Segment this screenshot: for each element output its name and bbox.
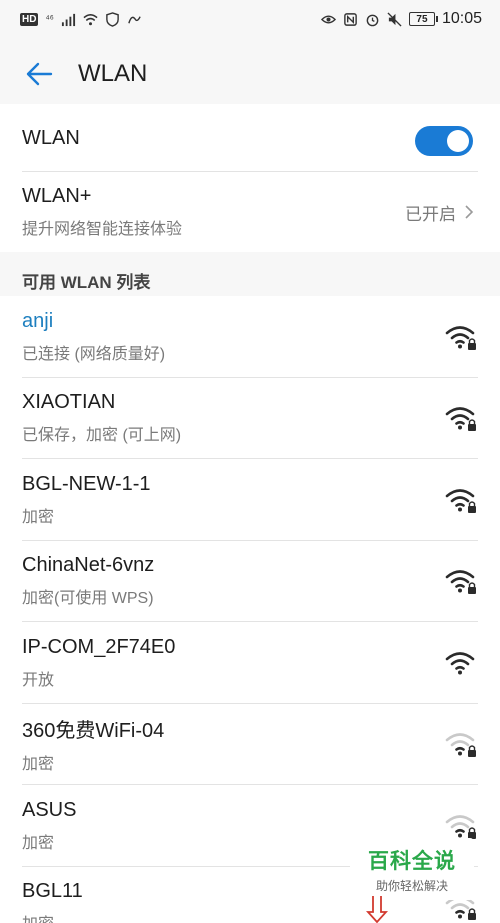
shield-icon: [106, 11, 119, 27]
wlan-plus-subtitle: 提升网络智能连接体验: [22, 221, 183, 238]
network-item[interactable]: BGL-NEW-1-1 加密: [0, 459, 500, 541]
status-left: HD ⁴⁶: [20, 11, 142, 27]
watermark-tagline: 助你轻松解决: [375, 878, 448, 893]
toggle-knob: [447, 130, 469, 152]
network-text: XIAOTIAN 已保存，加密 (可上网): [22, 391, 181, 445]
clock: 10:05: [441, 10, 482, 27]
battery-level: 75: [416, 13, 428, 25]
network-status: 加密: [22, 834, 55, 852]
network-type: ⁴⁶: [45, 13, 54, 25]
network-name: XIAOTIAN: [22, 391, 116, 414]
network-text: 360免费WiFi-04 加密: [22, 714, 164, 774]
network-status: 加密(可使用 WPS): [22, 590, 154, 608]
network-list: anji 已连接 (网络质量好) XIAOTIAN 已保存，加密 (可上网) BGL-N…: [0, 296, 500, 923]
arrow-down-icon: [366, 896, 388, 923]
eye-icon: [320, 15, 336, 23]
wifi-locked-icon: [445, 733, 476, 758]
network-name: BGL-NEW-1-1: [22, 472, 151, 495]
wifi-locked-icon: [445, 325, 476, 350]
app-header: WLAN: [0, 38, 500, 110]
network-text: ASUS 加密: [22, 799, 76, 853]
wifi-locked-icon: [445, 488, 476, 513]
network-item[interactable]: IP-COM_2F74E0 开放: [0, 622, 500, 704]
network-name: ChinaNet-6vnz: [22, 554, 155, 577]
network-status: 已保存，加密 (可上网): [22, 427, 182, 445]
network-item[interactable]: 360免费WiFi-04 加密: [0, 704, 500, 785]
network-name: BGL11: [22, 880, 83, 903]
watermark-logo: 百科全说 助你轻松解决: [350, 838, 474, 900]
status-bar: HD ⁴⁶ 75 10:05: [0, 0, 500, 38]
wlan-plus-status-text: 已开启: [405, 204, 456, 224]
wlan-plus-title: WLAN+: [22, 185, 92, 207]
network-text: anji 已连接 (网络质量好): [22, 310, 165, 364]
page-title: WLAN: [78, 60, 148, 87]
wlan-settings-card: WLAN WLAN+ 提升网络智能连接体验 已开启: [0, 104, 500, 252]
wlan-plus-text: WLAN+ 提升网络智能连接体验: [22, 185, 182, 239]
nfc-icon: [344, 12, 357, 26]
network-item[interactable]: XIAOTIAN 已保存，加密 (可上网): [0, 378, 500, 459]
chevron-right-icon: [465, 205, 474, 219]
network-text: BGL-NEW-1-1 加密: [22, 473, 151, 527]
cell-signal-icon: [61, 13, 75, 26]
network-name: ASUS: [22, 798, 77, 821]
wifi-locked-icon: [445, 407, 476, 432]
network-status: 加密: [22, 508, 55, 526]
status-right: 75 10:05: [320, 10, 482, 28]
network-name: 360免费WiFi-04: [22, 720, 165, 743]
wifi-locked-icon: [445, 814, 476, 839]
network-name: anji: [22, 309, 54, 332]
network-text: ChinaNet-6vnz 加密(可使用 WPS): [22, 554, 154, 608]
mute-icon: [387, 11, 402, 27]
network-text: BGL11 加密: [22, 880, 83, 923]
network-status: 开放: [22, 671, 55, 689]
network-status: 加密: [22, 756, 55, 774]
network-name: IP-COM_2F74E0: [22, 635, 176, 658]
network-status: 加密: [22, 910, 83, 923]
hd-badge: HD: [20, 12, 39, 26]
wlan-plus-status: 已开启: [405, 172, 474, 252]
battery-icon: 75: [408, 12, 438, 26]
alarm-icon: [366, 14, 379, 26]
wlan-toggle-label: WLAN: [22, 126, 80, 149]
available-networks-header: 可用 WLAN 列表: [22, 273, 151, 292]
app-notification-icon: [128, 15, 141, 23]
network-list-items: anji 已连接 (网络质量好) XIAOTIAN 已保存，加密 (可上网) BGL-N…: [0, 296, 500, 923]
wlan-toggle-row[interactable]: WLAN: [0, 104, 500, 172]
watermark-logo-text: 百科全说: [368, 849, 456, 873]
wlan-plus-row[interactable]: WLAN+ 提升网络智能连接体验 已开启: [0, 172, 500, 252]
wifi-locked-icon: [445, 570, 476, 595]
network-item[interactable]: ChinaNet-6vnz 加密(可使用 WPS): [0, 541, 500, 622]
network-status: 已连接 (网络质量好): [22, 345, 166, 363]
back-arrow-icon[interactable]: [24, 59, 54, 89]
wifi-icon: [445, 651, 475, 675]
network-text: IP-COM_2F74E0 开放: [22, 636, 175, 690]
network-item[interactable]: anji 已连接 (网络质量好): [0, 296, 500, 378]
wifi-status-icon: [83, 13, 98, 25]
wlan-toggle-switch[interactable]: [415, 126, 473, 156]
